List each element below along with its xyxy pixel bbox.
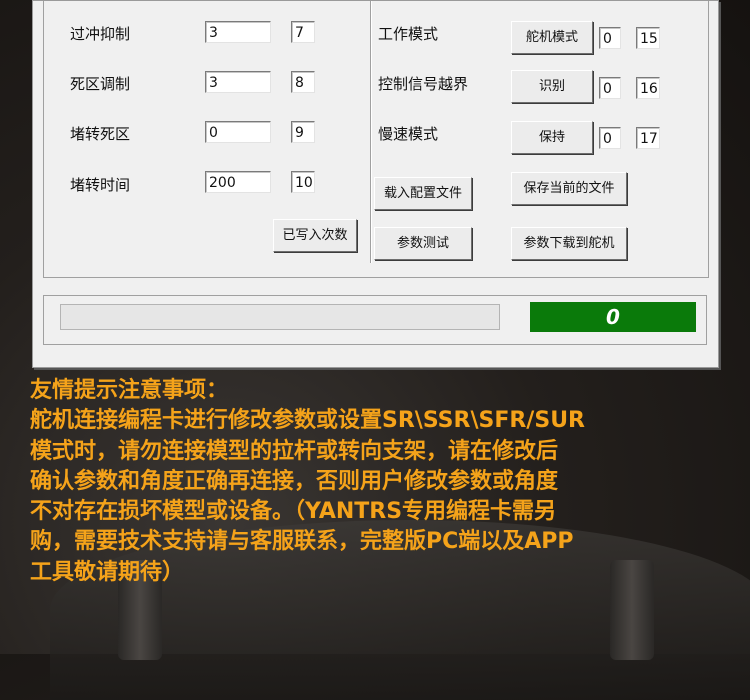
work-mode-label: 工作模式: [378, 25, 439, 43]
written-count-button[interactable]: 已写入次数: [273, 219, 357, 252]
signal-out-of-range-input[interactable]: 0: [599, 77, 621, 99]
notice-line: 舵机连接编程卡进行修改参数或设置SR\SSR\SFR/SUR: [30, 408, 585, 434]
recognize-button[interactable]: 识别: [511, 70, 593, 103]
counter-display: 0: [530, 302, 696, 332]
work-mode-index[interactable]: 15: [636, 27, 660, 49]
stall-deadband-label: 堵转死区: [70, 125, 131, 143]
notice-line: 模式时，请勿连接模型的拉杆或转向支架，请在修改后: [30, 438, 559, 464]
progress-bar: [60, 304, 500, 330]
load-config-button[interactable]: 载入配置文件: [374, 177, 472, 210]
stall-time-input[interactable]: 200: [205, 171, 271, 193]
overshoot-suppression-input[interactable]: 3: [205, 21, 271, 43]
save-current-file-button[interactable]: 保存当前的文件: [511, 172, 627, 205]
parameter-group: 过冲抑制 3 7 死区调制 3 8 堵转死区 0 9 堵转时间 200 10 已…: [43, 1, 709, 278]
hold-button[interactable]: 保持: [511, 121, 593, 154]
stall-time-index[interactable]: 10: [291, 171, 315, 193]
param-test-button[interactable]: 参数测试: [374, 227, 472, 260]
stall-time-label: 堵转时间: [70, 176, 131, 194]
notice-line: 确认参数和角度正确再连接，否则用户修改参数或角度: [30, 468, 559, 494]
download-to-servo-button[interactable]: 参数下载到舵机: [511, 227, 627, 260]
notice-line: 购，需要技术支持请与客服联系，完整版PC端以及APP: [30, 529, 574, 555]
servo-mode-button[interactable]: 舵机模式: [511, 21, 593, 54]
programmer-window: 过冲抑制 3 7 死区调制 3 8 堵转死区 0 9 堵转时间 200 10 已…: [32, 0, 719, 368]
work-mode-input[interactable]: 0: [599, 27, 621, 49]
notice-line: 友情提示注意事项：: [30, 378, 229, 403]
notice-line: 工具敬请期待）: [30, 559, 185, 585]
status-bar: 0: [43, 295, 707, 345]
overshoot-suppression-label: 过冲抑制: [70, 25, 131, 43]
slow-mode-input[interactable]: 0: [599, 127, 621, 149]
deadband-modulation-input[interactable]: 3: [205, 71, 271, 93]
slow-mode-label: 慢速模式: [378, 125, 439, 143]
stall-deadband-input[interactable]: 0: [205, 121, 271, 143]
deadband-modulation-index[interactable]: 8: [291, 71, 315, 93]
overshoot-suppression-index[interactable]: 7: [291, 21, 315, 43]
slow-mode-index[interactable]: 17: [636, 127, 660, 149]
panel-divider: [370, 1, 372, 263]
notice-text: 友情提示注意事项： 舵机连接编程卡进行修改参数或设置SR\SSR\SFR/SUR…: [30, 376, 742, 588]
deadband-modulation-label: 死区调制: [70, 75, 131, 93]
notice-line: 不对存在损坏模型或设备。（YANTRS专用编程卡需另: [30, 499, 557, 525]
stall-deadband-index[interactable]: 9: [291, 121, 315, 143]
signal-out-of-range-index[interactable]: 16: [636, 77, 660, 99]
signal-out-of-range-label: 控制信号越界: [378, 75, 469, 93]
